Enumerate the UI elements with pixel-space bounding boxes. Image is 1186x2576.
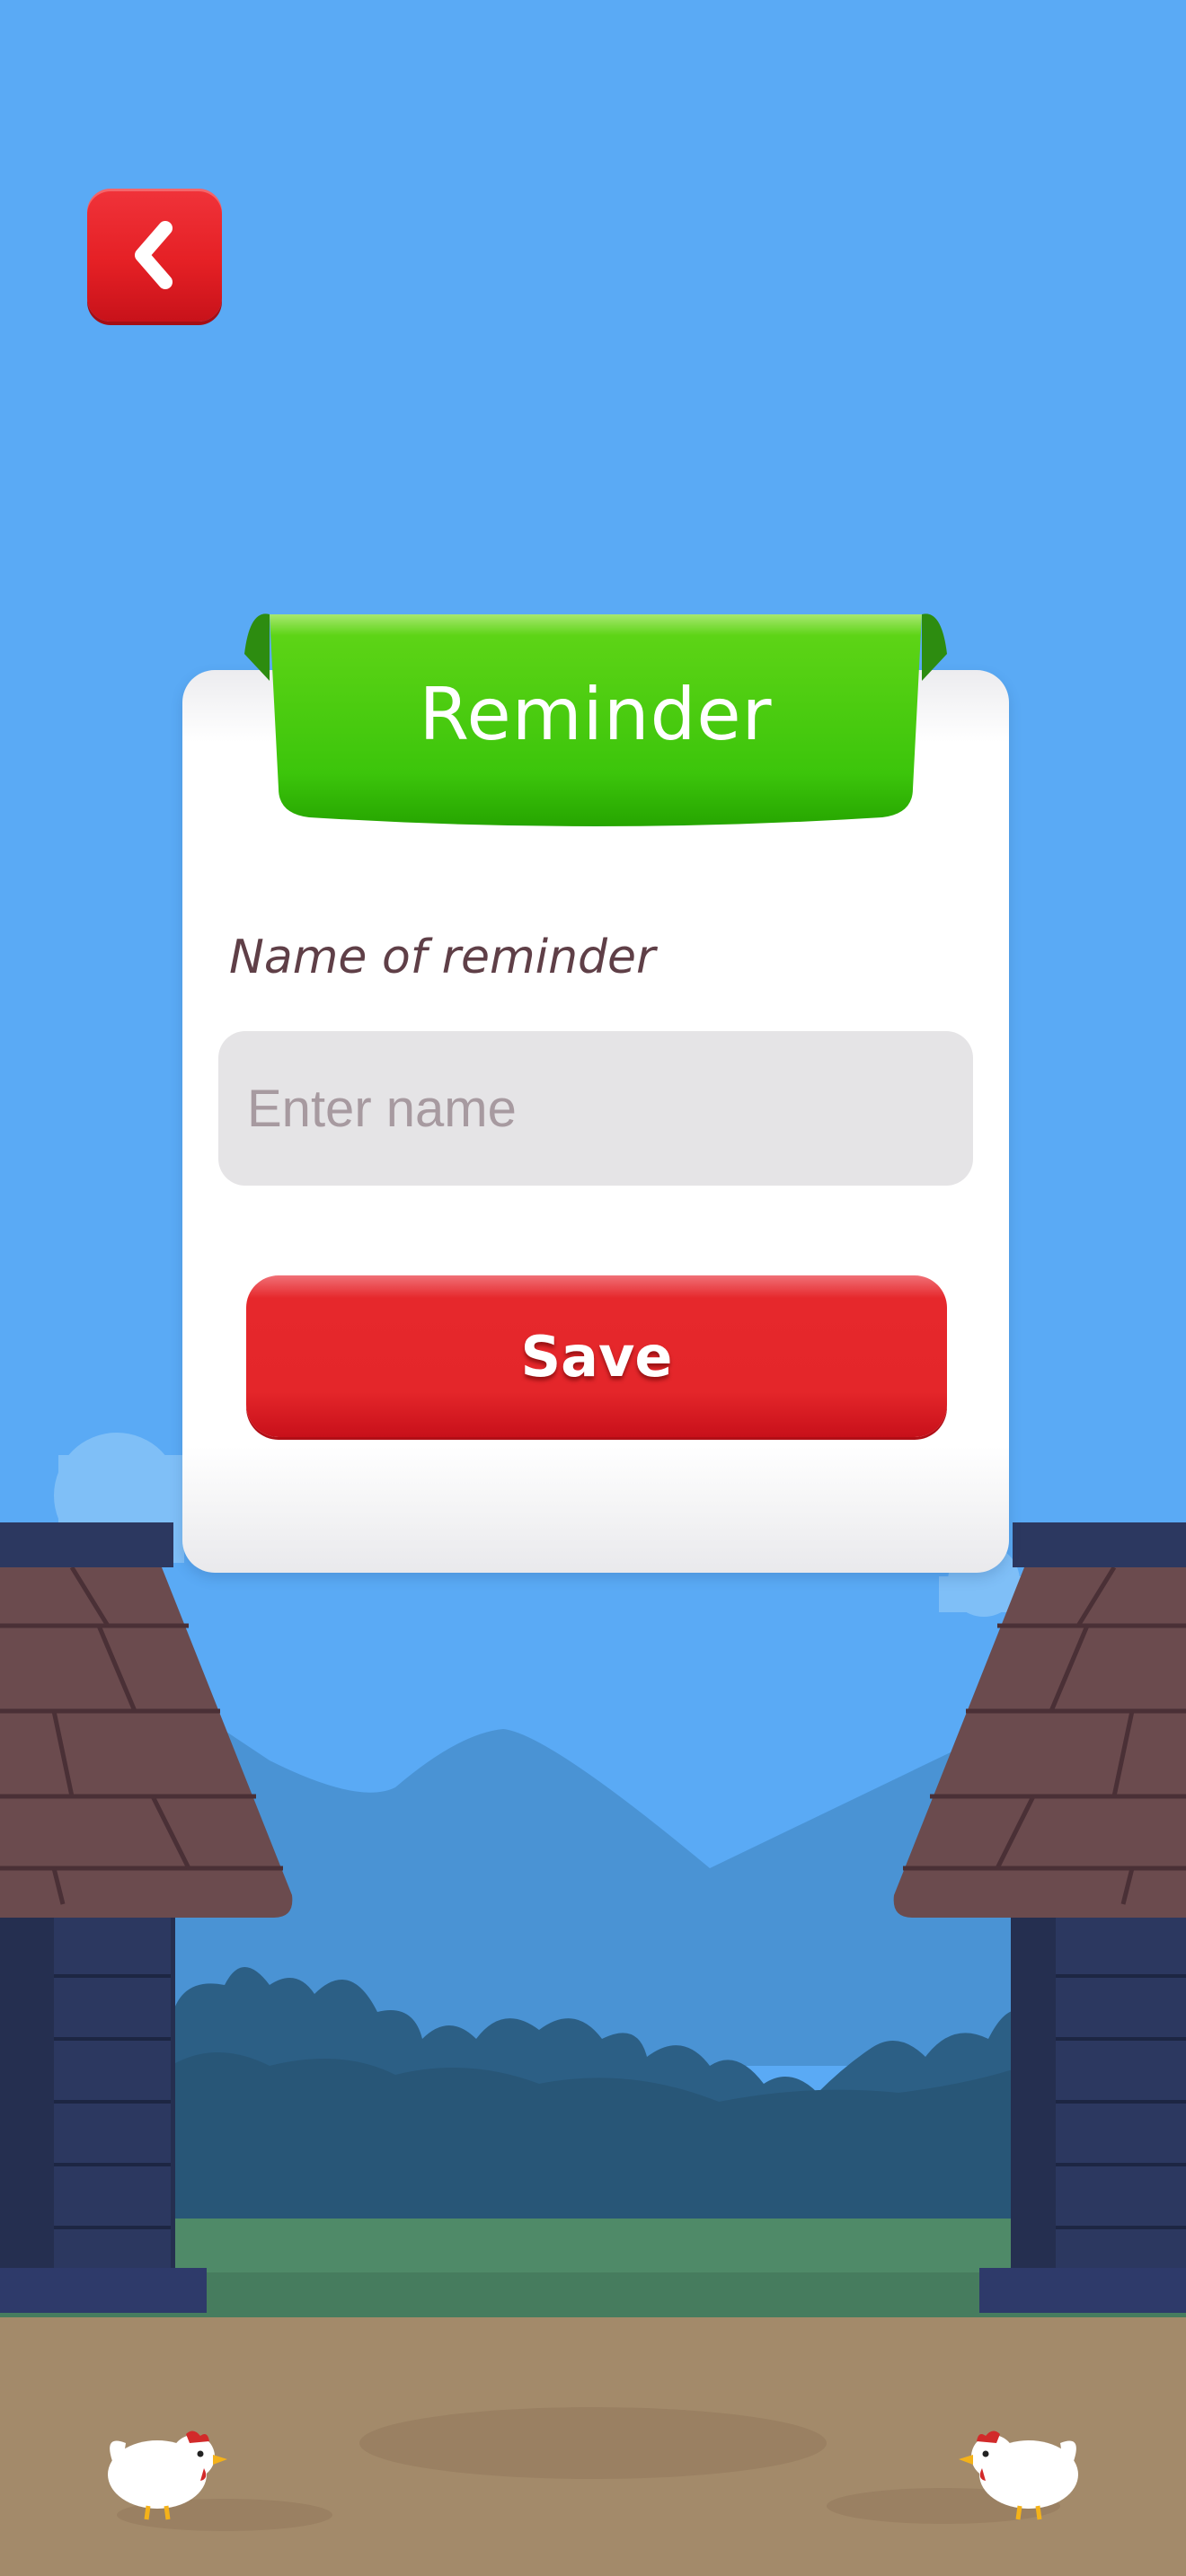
dialog-title-ribbon: Reminder <box>243 609 949 838</box>
back-button[interactable] <box>87 189 222 322</box>
reminder-name-input[interactable] <box>218 1031 973 1186</box>
chevron-left-icon <box>135 221 173 289</box>
save-button[interactable]: Save <box>246 1275 947 1437</box>
reminder-name-label: Name of reminder <box>229 931 656 984</box>
dialog-title: Reminder <box>419 673 773 756</box>
